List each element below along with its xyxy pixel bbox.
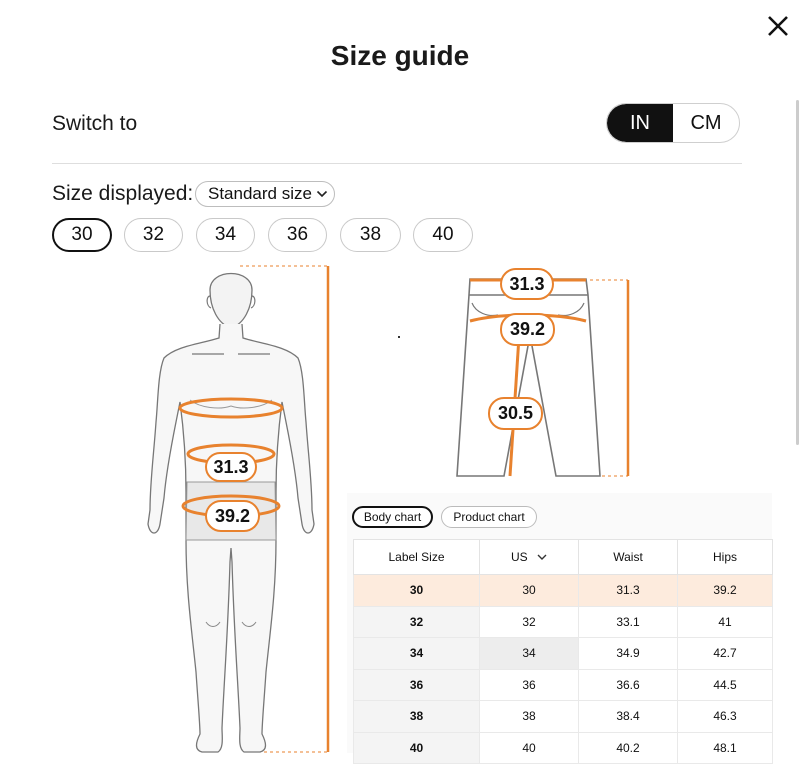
cell-hips: 46.3 [677,700,773,733]
cell-label-size: 34 [353,637,480,670]
header-us-dropdown[interactable]: US [479,539,579,575]
header-waist: Waist [578,539,678,575]
cell-hips: 42.7 [677,637,773,670]
cell-label-size: 40 [353,731,480,764]
cell-hips: 41 [677,605,773,638]
chevron-down-icon [537,554,547,560]
size-displayed-label: Size displayed: [52,182,194,205]
close-button[interactable] [764,12,792,40]
scrollbar[interactable] [796,100,799,445]
size-option-40[interactable]: 40 [413,218,473,252]
divider [52,163,742,164]
cell-us: 40 [479,731,579,764]
size-table: Label Size US Waist Hips 30 30 31.3 39.2… [353,539,773,764]
table-row: 40 40 40.2 48.1 [353,731,773,764]
chevron-down-icon [316,190,328,198]
header-us-label: US [510,550,528,564]
cell-waist: 38.4 [578,700,678,733]
table-row: 34 34 34.9 42.7 [353,637,773,670]
cell-label-size: 36 [353,668,480,701]
size-option-30[interactable]: 30 [52,218,112,252]
header-label-size: Label Size [353,539,480,575]
cell-hips: 44.5 [677,668,773,701]
cell-label-size: 38 [353,700,480,733]
cell-waist: 33.1 [578,605,678,638]
size-standard-value: Standard size [208,184,312,203]
cell-waist: 36.6 [578,668,678,701]
size-standard-dropdown[interactable]: Standard size [195,181,335,207]
cell-label-size: 30 [353,574,480,607]
cell-label-size: 32 [353,605,480,638]
dialog-title: Size guide [330,40,470,71]
size-option-36[interactable]: 36 [268,218,327,252]
pants-inseam-bubble: 30.5 [488,397,543,430]
size-option-32[interactable]: 32 [124,218,183,252]
body-hips-bubble: 39.2 [205,500,260,532]
cell-waist: 31.3 [578,574,678,607]
size-option-34[interactable]: 34 [196,218,255,252]
unit-option-cm[interactable]: CM [673,104,739,142]
cell-waist: 34.9 [578,637,678,670]
unit-switch-label: Switch to [52,112,138,135]
unit-toggle: IN CM [606,103,740,143]
cell-hips: 48.1 [677,731,773,764]
cell-us: 36 [479,668,579,701]
cell-hips: 39.2 [677,574,773,607]
header-hips: Hips [677,539,773,575]
table-row: 38 38 38.4 46.3 [353,700,773,733]
stray-dot [398,336,400,338]
cell-us: 30 [479,574,579,607]
pants-waist-bubble: 31.3 [500,268,554,300]
tab-product-chart[interactable]: Product chart [441,506,537,528]
cell-us: 32 [479,605,579,638]
close-icon [768,16,788,36]
table-row: 30 30 31.3 39.2 [353,574,773,607]
table-row: 36 36 36.6 44.5 [353,668,773,701]
cell-us: 38 [479,700,579,733]
size-option-38[interactable]: 38 [340,218,401,252]
cell-us: 34 [479,637,579,670]
body-waist-bubble: 31.3 [205,452,257,482]
unit-option-in[interactable]: IN [607,104,673,142]
tab-body-chart[interactable]: Body chart [352,506,433,528]
cell-waist: 40.2 [578,731,678,764]
table-row: 32 32 33.1 41 [353,605,773,638]
table-header-row: Label Size US Waist Hips [353,539,773,575]
pants-hips-bubble: 39.2 [500,313,555,346]
